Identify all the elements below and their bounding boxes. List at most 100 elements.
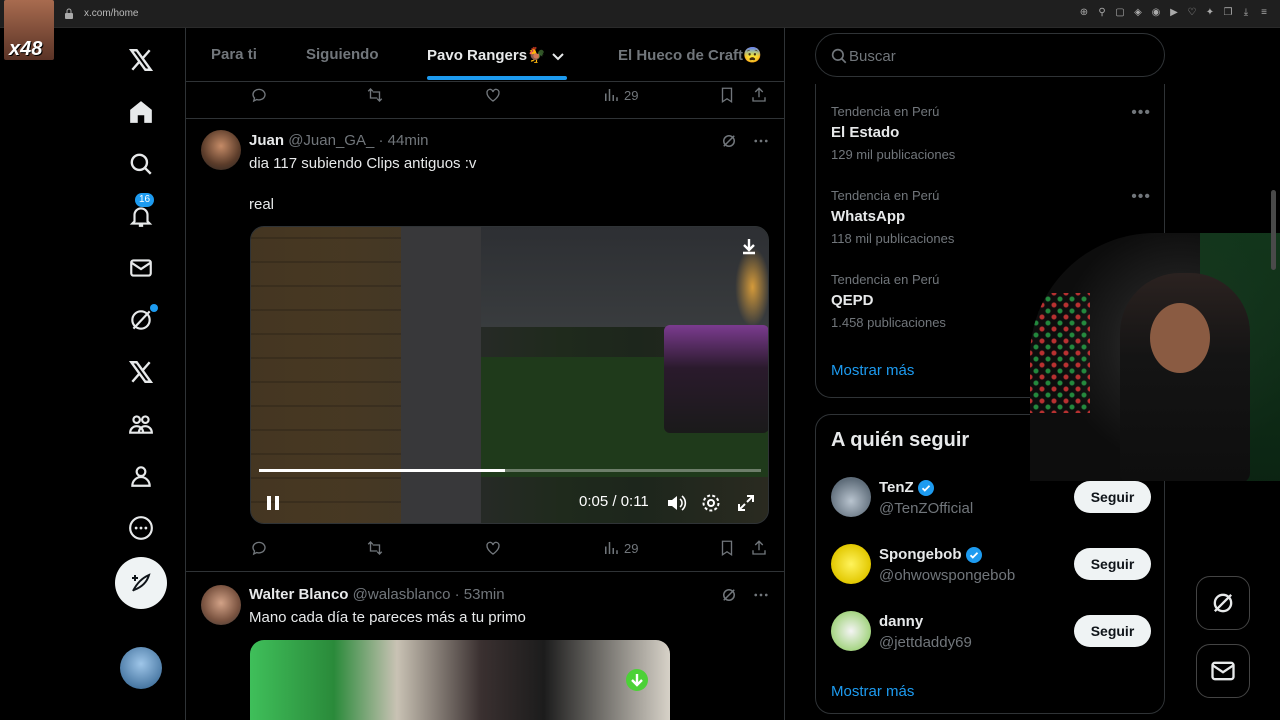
download-icon[interactable]: ⤓ — [1240, 6, 1252, 20]
bookmark-button[interactable] — [718, 86, 736, 104]
sidebar-item-messages[interactable] — [110, 244, 172, 292]
tweet-text: dia 117 subiendo Clips antiguos :v — [249, 155, 477, 172]
tweet-author-avatar[interactable] — [201, 130, 241, 170]
pause-icon[interactable] — [263, 493, 283, 513]
avatar[interactable] — [831, 477, 871, 517]
more-options-icon[interactable]: ••• — [1131, 188, 1151, 206]
follow-suggestion[interactable]: TenZ @TenZOfficial Seguir — [831, 477, 1151, 527]
search-input[interactable]: Buscar — [815, 33, 1165, 77]
share-button[interactable] — [750, 539, 768, 557]
avatar[interactable] — [831, 544, 871, 584]
bookmark-icon[interactable]: ▢ — [1114, 6, 1126, 20]
tweet-author-handle[interactable]: @Juan_GA_ — [288, 132, 374, 149]
record-icon[interactable]: ◉ — [1150, 6, 1162, 20]
x-premium-icon — [128, 361, 154, 383]
download-media-icon[interactable] — [625, 668, 649, 692]
sidebar-item-explore[interactable] — [110, 140, 172, 188]
who-to-follow-title: A quién seguir — [831, 429, 970, 451]
chevron-down-icon[interactable] — [550, 48, 566, 64]
sidebar-item-notifications[interactable]: 16 — [110, 192, 172, 240]
tweet-media-image[interactable] — [250, 640, 670, 720]
extensions-icon[interactable]: ✦ — [1204, 6, 1216, 20]
tweet-author-name[interactable]: Walter Blanco — [249, 586, 348, 603]
share-button[interactable] — [750, 86, 768, 104]
repost-button[interactable] — [366, 539, 384, 557]
grok-icon[interactable] — [720, 586, 738, 604]
more-options-icon[interactable] — [752, 132, 770, 150]
reply-button[interactable] — [250, 539, 268, 557]
overlay-badge-text: x48 — [9, 38, 43, 60]
follow-name[interactable]: danny — [879, 613, 923, 630]
tab-siguiendo[interactable]: Siguiendo — [306, 46, 379, 63]
tab-pavo-rangers[interactable]: Pavo Rangers🐓 — [427, 46, 546, 64]
copy-icon[interactable]: ❐ — [1222, 6, 1234, 20]
more-options-icon[interactable]: ••• — [1131, 104, 1151, 122]
video-facecam — [664, 325, 768, 433]
like-button[interactable] — [484, 86, 502, 104]
tweet-divider — [186, 571, 784, 572]
fullscreen-icon[interactable] — [736, 493, 756, 513]
reply-button[interactable] — [250, 86, 268, 104]
messages-floating-button[interactable] — [1196, 644, 1250, 698]
follow-suggestion[interactable]: danny @jettdaddy69 Seguir — [831, 611, 1151, 661]
pin-icon[interactable]: ⚲ — [1096, 6, 1108, 20]
sidebar-item-logo[interactable] — [110, 36, 172, 84]
follow-button[interactable]: Seguir — [1074, 481, 1151, 513]
follow-suggestion[interactable]: Spongebob @ohwowspongebob Seguir — [831, 544, 1151, 594]
follow-handle: @TenZOfficial — [879, 500, 974, 517]
bookmark-button[interactable] — [718, 539, 736, 557]
x-logo-icon — [128, 49, 154, 71]
sidebar-item-profile[interactable] — [110, 452, 172, 500]
post-button[interactable] — [115, 557, 167, 609]
views-count: 29 — [624, 540, 639, 556]
heart-icon[interactable]: ♡ — [1186, 6, 1198, 20]
tweet-timestamp[interactable]: · 44min — [378, 132, 428, 149]
sidebar-item-grok[interactable] — [110, 296, 172, 344]
volume-icon[interactable] — [665, 492, 687, 514]
download-video-icon[interactable] — [740, 237, 758, 255]
more-options-icon[interactable] — [752, 586, 770, 604]
timeline-column: Para ti Siguiendo Pavo Rangers🐓 El Hueco… — [185, 28, 785, 720]
follow-name[interactable]: TenZ — [879, 479, 914, 496]
trend-item[interactable]: Tendencia en Perú WhatsApp 118 mil publi… — [831, 188, 1151, 246]
tweet-author-handle[interactable]: @walasblanco — [353, 586, 451, 603]
tweet-header: Walter Blanco @walasblanco · 53min — [249, 586, 505, 603]
grok-floating-button[interactable] — [1196, 576, 1250, 630]
account-avatar[interactable] — [120, 647, 162, 689]
sidebar-item-premium[interactable] — [110, 348, 172, 396]
webcam-background-lights — [1030, 293, 1090, 413]
tweet-video-player[interactable]: 0:05 / 0:11 — [250, 226, 769, 524]
grok-icon[interactable] — [720, 132, 738, 150]
play-icon[interactable]: ▶ — [1168, 6, 1180, 20]
menu-icon[interactable]: ≡ — [1258, 6, 1270, 20]
trends-show-more-link[interactable]: Mostrar más — [831, 362, 914, 379]
grok-icon — [1213, 593, 1233, 613]
repost-icon — [367, 541, 383, 555]
sidebar-item-communities[interactable] — [110, 400, 172, 448]
follow-button[interactable]: Seguir — [1074, 615, 1151, 647]
follow-name[interactable]: Spongebob — [879, 546, 962, 563]
tab-el-hueco-de-craft[interactable]: El Hueco de Craft😨 — [618, 46, 762, 64]
trend-item[interactable]: Tendencia en Perú El Estado 129 mil publ… — [831, 104, 1151, 162]
zoom-icon[interactable]: ⊕ — [1078, 6, 1090, 20]
tab-para-ti[interactable]: Para ti — [211, 46, 257, 63]
who-to-follow-show-more-link[interactable]: Mostrar más — [831, 683, 914, 700]
settings-gear-icon[interactable] — [700, 492, 722, 514]
tweet-author-avatar[interactable] — [201, 585, 241, 625]
page-scrollbar[interactable] — [1271, 190, 1276, 270]
shield-icon[interactable]: ◈ — [1132, 6, 1144, 20]
repost-button[interactable] — [366, 86, 384, 104]
sidebar-item-more[interactable] — [110, 504, 172, 552]
tweet-text-line-2: real — [249, 196, 275, 213]
streamer-webcam-overlay — [1030, 233, 1280, 481]
heart-icon — [486, 541, 500, 555]
sidebar-item-home[interactable] — [110, 88, 172, 136]
views-button[interactable]: 29 — [602, 86, 638, 104]
follow-button[interactable]: Seguir — [1074, 548, 1151, 580]
avatar[interactable] — [831, 611, 871, 651]
tweet-timestamp[interactable]: · 53min — [455, 586, 505, 603]
like-button[interactable] — [484, 539, 502, 557]
address-bar[interactable]: x.com/home — [84, 8, 138, 19]
views-button[interactable]: 29 — [602, 539, 638, 557]
tweet-author-name[interactable]: Juan — [249, 132, 284, 149]
